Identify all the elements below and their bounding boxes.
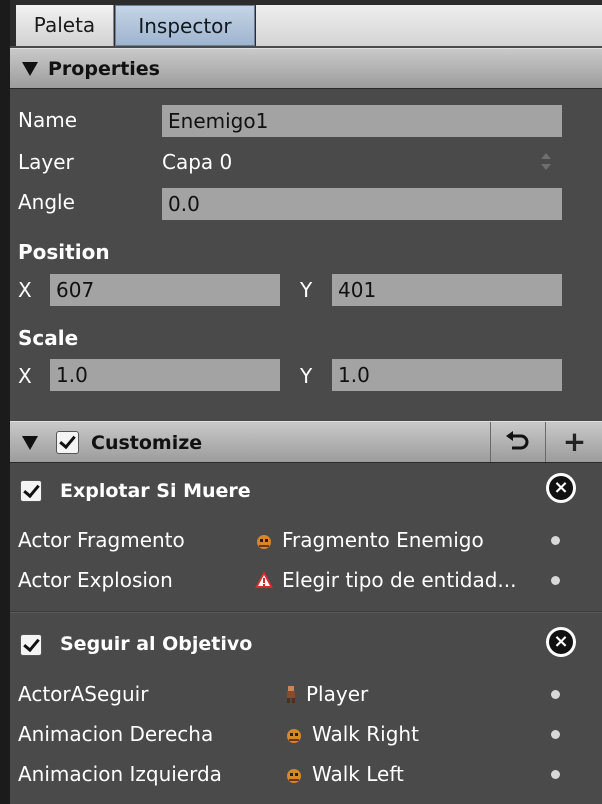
behavior-divider [10,611,602,613]
layer-select[interactable]: Capa 0 [162,150,232,174]
customize-header[interactable]: Customize + [10,421,602,463]
position-title: Position [18,240,110,264]
behavior-row-value[interactable]: Walk Right [312,722,419,746]
warning-icon [255,571,273,588]
behavior-checkbox[interactable] [20,634,42,656]
customize-checkbox[interactable] [56,431,79,454]
properties-header[interactable]: Properties [10,48,602,89]
close-icon: × [553,631,569,652]
behavior-title: Explotar Si Muere [60,480,251,502]
tab-bar-filler [256,5,602,46]
revert-button[interactable] [490,422,544,462]
behavior-row-value[interactable]: Elegir tipo de entidad... [282,568,516,592]
name-field[interactable]: Enemigo1 [162,105,562,137]
behavior-title: Seguir al Objetivo [60,633,253,655]
collapse-triangle-icon[interactable] [22,62,38,76]
player-sprite-icon [287,686,295,703]
animation-icon [287,729,301,743]
row-menu-dot[interactable] [551,690,560,699]
behavior-row-label: Animacion Derecha [18,722,214,746]
angle-label: Angle [18,190,75,214]
layer-stepper-icon[interactable] [540,153,552,173]
animation-icon [287,769,301,783]
position-y-field[interactable]: 401 [332,274,562,306]
behavior-row-label: Actor Fragmento [18,528,185,552]
behavior-row-value[interactable]: Walk Left [312,762,404,786]
customize-title: Customize [91,432,203,454]
remove-behavior-button[interactable]: × [546,627,576,657]
collapse-triangle-icon[interactable] [22,436,38,450]
behavior-row-label: Actor Explosion [18,568,173,592]
angle-field[interactable]: 0.0 [162,188,562,220]
tab-paleta[interactable]: Paleta [16,5,114,46]
scale-x-field[interactable]: 1.0 [50,359,280,391]
behavior-row-label: ActorASeguir [18,682,149,706]
position-x-label: X [18,278,32,302]
behavior-row-value[interactable]: Player [306,682,368,706]
behavior-row-label: Animacion Izquierda [18,762,222,786]
name-label: Name [18,108,78,132]
close-icon: × [553,477,569,498]
actor-sprite-icon [257,535,271,549]
tab-inspector[interactable]: Inspector [115,5,255,46]
add-behavior-button[interactable]: + [545,422,602,462]
position-x-field[interactable]: 607 [50,274,280,306]
position-y-label: Y [300,278,313,302]
scale-y-label: Y [300,364,313,388]
row-menu-dot[interactable] [551,536,560,545]
layer-label: Layer [18,150,74,174]
row-menu-dot[interactable] [551,576,560,585]
row-menu-dot[interactable] [551,770,560,779]
revert-icon [506,431,529,450]
plus-icon: + [562,425,587,458]
scale-x-label: X [18,364,32,388]
properties-title: Properties [48,58,160,80]
behavior-row-value[interactable]: Fragmento Enemigo [282,528,484,552]
scale-title: Scale [18,326,79,350]
remove-behavior-button[interactable]: × [546,473,576,503]
row-menu-dot[interactable] [551,730,560,739]
behavior-checkbox[interactable] [20,480,42,502]
inspector-panel: Paleta Inspector Properties Name Enemigo… [10,0,602,804]
scale-y-field[interactable]: 1.0 [332,359,562,391]
tab-bar: Paleta Inspector [10,0,602,46]
